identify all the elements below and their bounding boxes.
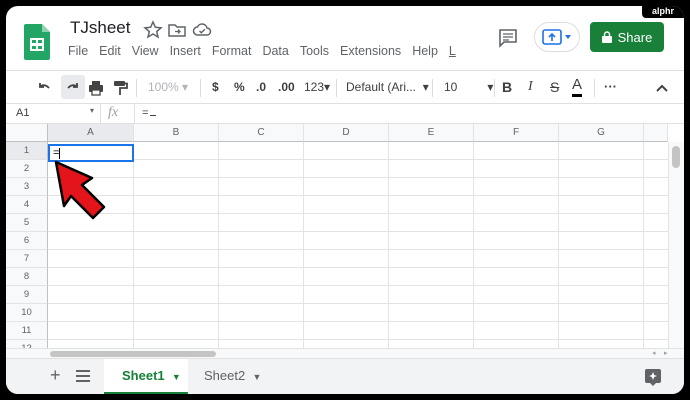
- row-header-2[interactable]: 2: [6, 160, 48, 178]
- app-window: TJsheet File Edit View Insert Format Dat…: [6, 6, 684, 394]
- font-size-select[interactable]: 10 ▾: [444, 71, 493, 103]
- row-header-3[interactable]: 3: [6, 178, 48, 196]
- font-family-value: Default (Ari...: [346, 80, 417, 94]
- present-button[interactable]: [534, 22, 580, 52]
- formula-bar: A1 ▾ fx =: [6, 104, 684, 124]
- sheet-tab-bar: + Sheet1 ▼ Sheet2 ▼: [6, 358, 684, 394]
- column-header-overflow[interactable]: [644, 124, 668, 142]
- menu-edit[interactable]: Edit: [99, 44, 121, 58]
- lock-icon: [601, 31, 612, 43]
- star-icon[interactable]: [143, 20, 163, 40]
- tab-sheet2-label: Sheet2: [204, 368, 246, 383]
- move-folder-icon[interactable]: [167, 20, 187, 40]
- fx-icon: fx: [108, 105, 119, 120]
- column-header-a[interactable]: A: [48, 124, 134, 142]
- all-sheets-list-icon[interactable]: [76, 370, 90, 382]
- currency-button[interactable]: $: [212, 71, 219, 103]
- redo-icon: [67, 82, 78, 89]
- row-header-9[interactable]: 9: [6, 286, 48, 304]
- redo-button[interactable]: [61, 75, 85, 99]
- chevron-up-icon: [656, 84, 668, 92]
- scroll-right-arrow-icon[interactable]: ▸: [664, 349, 668, 357]
- toolbar: 100% ▾ $ % .0 .00 123▾ Default (Ari... ▾…: [6, 70, 684, 104]
- zoom-value: 100%: [148, 80, 179, 94]
- text-color-button[interactable]: A: [572, 73, 583, 97]
- row-header-5[interactable]: 5: [6, 214, 48, 232]
- zoom-select[interactable]: 100% ▾: [148, 71, 188, 103]
- row-header-7[interactable]: 7: [6, 250, 48, 268]
- add-sheet-button[interactable]: +: [50, 366, 61, 384]
- paint-format-button[interactable]: [112, 71, 128, 103]
- row-header-6[interactable]: 6: [6, 232, 48, 250]
- present-icon: [542, 29, 562, 45]
- comment-history-icon[interactable]: [498, 28, 518, 48]
- row-header-11[interactable]: 11: [6, 322, 48, 340]
- vertical-scroll-thumb[interactable]: [672, 146, 680, 168]
- share-button[interactable]: Share: [590, 22, 664, 52]
- menu-help[interactable]: Help: [412, 44, 438, 58]
- row-header-1[interactable]: 1: [6, 142, 48, 160]
- scroll-left-arrow-icon[interactable]: ◂: [652, 349, 656, 357]
- tab-sheet1[interactable]: Sheet1 ▼: [104, 359, 188, 394]
- share-label: Share: [617, 29, 653, 45]
- menu-last-edit[interactable]: L: [449, 44, 456, 58]
- name-box[interactable]: A1: [16, 107, 29, 119]
- collapse-toolbar-button[interactable]: [656, 71, 668, 103]
- formula-input[interactable]: =: [142, 107, 157, 119]
- more-formats-button[interactable]: 123▾: [304, 71, 330, 103]
- menu-bar: File Edit View Insert Format Data Tools …: [68, 44, 467, 58]
- horizontal-scroll-thumb[interactable]: [50, 351, 216, 357]
- font-size-value: 10: [444, 80, 458, 94]
- column-header-e[interactable]: E: [389, 124, 474, 142]
- menu-view[interactable]: View: [132, 44, 159, 58]
- tab-sheet2[interactable]: Sheet2 ▼: [190, 359, 274, 394]
- font-family-select[interactable]: Default (Ari... ▾: [346, 71, 429, 103]
- row-header-10[interactable]: 10: [6, 304, 48, 322]
- more-options-button[interactable]: ···: [604, 71, 617, 103]
- print-icon: [89, 80, 103, 96]
- print-button[interactable]: [88, 71, 104, 103]
- strikethrough-button[interactable]: S: [550, 71, 559, 103]
- tab-sheet1-label: Sheet1: [122, 368, 165, 383]
- decrease-decimal-button[interactable]: .0: [256, 71, 266, 103]
- undo-icon: [39, 82, 50, 89]
- horizontal-scrollbar[interactable]: ◂ ▸: [6, 348, 684, 358]
- chevron-down-icon: [565, 35, 571, 39]
- increase-decimal-button[interactable]: .00: [278, 71, 295, 103]
- column-header-c[interactable]: C: [219, 124, 304, 142]
- menu-tools[interactable]: Tools: [300, 44, 329, 58]
- menu-format[interactable]: Format: [212, 44, 252, 58]
- paint-roller-icon: [114, 80, 128, 95]
- italic-button[interactable]: I: [528, 71, 533, 103]
- bold-button[interactable]: B: [502, 71, 512, 103]
- menu-file[interactable]: File: [68, 44, 88, 58]
- explore-icon[interactable]: [644, 368, 662, 386]
- undo-button[interactable]: [36, 71, 52, 103]
- more-formats-label: 123: [304, 80, 325, 94]
- formula-content: =: [142, 107, 149, 119]
- document-title[interactable]: TJsheet: [70, 18, 130, 38]
- vertical-scrollbar[interactable]: [668, 142, 684, 354]
- column-header-g[interactable]: G: [559, 124, 644, 142]
- select-all-corner[interactable]: [6, 124, 48, 142]
- column-header-d[interactable]: D: [304, 124, 389, 142]
- column-header-f[interactable]: F: [474, 124, 559, 142]
- red-arrow-annotation-icon: [54, 160, 106, 220]
- menu-insert[interactable]: Insert: [170, 44, 201, 58]
- sheets-logo-icon[interactable]: [24, 24, 50, 60]
- percent-button[interactable]: %: [234, 71, 245, 103]
- menu-data[interactable]: Data: [262, 44, 288, 58]
- row-header-8[interactable]: 8: [6, 268, 48, 286]
- menu-extensions[interactable]: Extensions: [340, 44, 401, 58]
- row-header-4[interactable]: 4: [6, 196, 48, 214]
- name-box-dropdown-icon[interactable]: ▾: [90, 106, 94, 115]
- cloud-saved-icon[interactable]: [192, 20, 212, 40]
- spreadsheet-grid[interactable]: A B C D E F G 1 2 3 4 5 6 7 8 9 10 11 12…: [6, 124, 684, 354]
- alphr-watermark: alphr: [642, 6, 684, 18]
- column-header-b[interactable]: B: [134, 124, 219, 142]
